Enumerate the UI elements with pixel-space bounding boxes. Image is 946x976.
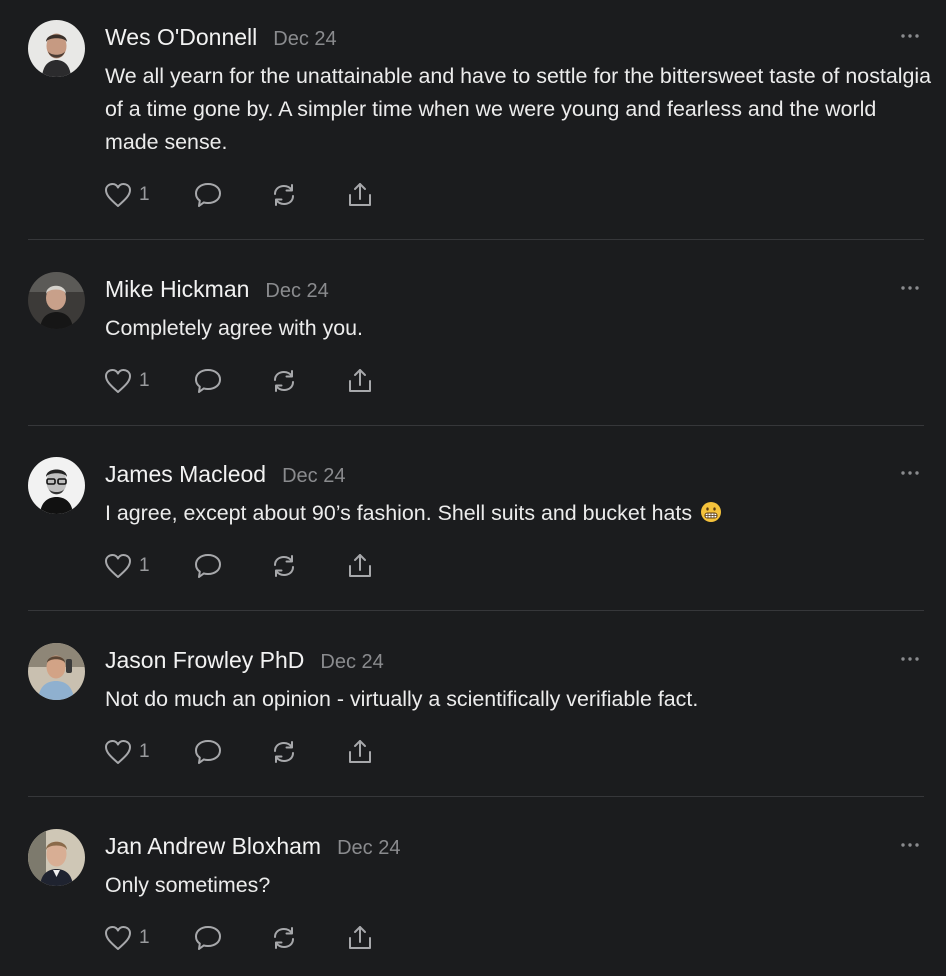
- reply-button[interactable]: [193, 366, 223, 396]
- ellipsis-icon[interactable]: [900, 469, 920, 477]
- speech-bubble-icon: [195, 369, 221, 393]
- comment-text: Completely agree with you.: [105, 316, 364, 340]
- comment-date[interactable]: Dec 24: [320, 651, 383, 674]
- heart-icon: [105, 554, 131, 578]
- comment: Mike Hickman Dec 24 Completely agree wit…: [0, 272, 946, 412]
- share-button[interactable]: [345, 923, 375, 953]
- share-upload-icon: [349, 926, 371, 949]
- speech-bubble-icon: [195, 926, 221, 950]
- comment: Wes O'Donnell Dec 24 We all yearn for th…: [0, 20, 946, 220]
- comment-date[interactable]: Dec 24: [265, 280, 328, 303]
- restack-button[interactable]: [269, 923, 299, 953]
- share-button[interactable]: [345, 180, 375, 210]
- ellipsis-icon[interactable]: [900, 655, 920, 663]
- share-upload-icon: [349, 554, 371, 577]
- heart-icon: [105, 740, 131, 764]
- author-name[interactable]: Jan Andrew Bloxham: [105, 833, 321, 860]
- ellipsis-icon[interactable]: [900, 284, 920, 292]
- speech-bubble-icon: [195, 740, 221, 764]
- grimacing-face-icon: [701, 502, 721, 522]
- avatar[interactable]: [28, 829, 85, 886]
- reply-button[interactable]: [193, 923, 223, 953]
- comment-text: I agree, except about 90’s fashion. Shel…: [105, 501, 693, 525]
- share-button[interactable]: [345, 366, 375, 396]
- share-upload-icon: [349, 183, 371, 206]
- share-upload-icon: [349, 369, 371, 392]
- restack-button[interactable]: [269, 551, 299, 581]
- like-count: 1: [139, 555, 150, 576]
- heart-icon: [105, 369, 131, 393]
- restack-arrows-icon: [274, 184, 294, 206]
- author-name[interactable]: Jason Frowley PhD: [105, 647, 304, 674]
- like-button[interactable]: 1: [104, 366, 150, 396]
- share-button[interactable]: [345, 737, 375, 767]
- like-count: 1: [139, 184, 150, 205]
- comment-date[interactable]: Dec 24: [337, 837, 400, 860]
- like-button[interactable]: 1: [104, 551, 150, 581]
- avatar[interactable]: [28, 20, 85, 77]
- like-button[interactable]: 1: [104, 737, 150, 767]
- comment-date[interactable]: Dec 24: [282, 465, 345, 488]
- heart-icon: [105, 926, 131, 950]
- comment-header: Wes O'Donnell Dec 24: [105, 24, 337, 52]
- restack-arrows-icon: [274, 927, 294, 949]
- author-name[interactable]: James Macleod: [105, 461, 266, 488]
- restack-arrows-icon: [274, 370, 294, 392]
- comment-header: Mike Hickman Dec 24: [105, 276, 329, 304]
- comment-header: Jason Frowley PhD Dec 24: [105, 647, 384, 675]
- ellipsis-icon[interactable]: [900, 841, 920, 849]
- comment-text: Not do much an opinion - virtually a sci…: [105, 687, 699, 711]
- author-name[interactable]: Mike Hickman: [105, 276, 249, 303]
- avatar[interactable]: [28, 272, 85, 329]
- divider: [28, 796, 924, 797]
- like-count: 1: [139, 741, 150, 762]
- comment-text: We all yearn for the unattainable and ha…: [105, 64, 932, 154]
- restack-button[interactable]: [269, 180, 299, 210]
- comment: Jan Andrew Bloxham Dec 24 Only sometimes…: [0, 829, 946, 969]
- comment-text-block: I agree, except about 90’s fashion. Shel…: [105, 497, 935, 530]
- comment-date[interactable]: Dec 24: [273, 28, 336, 51]
- restack-button[interactable]: [269, 737, 299, 767]
- divider: [28, 239, 924, 240]
- heart-icon: [105, 183, 131, 207]
- speech-bubble-icon: [195, 554, 221, 578]
- author-name[interactable]: Wes O'Donnell: [105, 24, 257, 51]
- like-button[interactable]: 1: [104, 180, 150, 210]
- share-upload-icon: [349, 740, 371, 763]
- comment: Jason Frowley PhD Dec 24 Not do much an …: [0, 643, 946, 783]
- like-count: 1: [139, 370, 150, 391]
- restack-button[interactable]: [269, 366, 299, 396]
- speech-bubble-icon: [195, 183, 221, 207]
- restack-arrows-icon: [274, 555, 294, 577]
- avatar[interactable]: [28, 457, 85, 514]
- comment-text: Only sometimes?: [105, 873, 271, 897]
- reply-button[interactable]: [193, 737, 223, 767]
- divider: [28, 425, 924, 426]
- divider: [28, 610, 924, 611]
- avatar[interactable]: [28, 643, 85, 700]
- comment-header: Jan Andrew Bloxham Dec 24: [105, 833, 400, 861]
- like-count: 1: [139, 927, 150, 948]
- comment: James Macleod Dec 24 I agree, except abo…: [0, 457, 946, 597]
- reply-button[interactable]: [193, 551, 223, 581]
- reply-button[interactable]: [193, 180, 223, 210]
- share-button[interactable]: [345, 551, 375, 581]
- like-button[interactable]: 1: [104, 923, 150, 953]
- restack-arrows-icon: [274, 741, 294, 763]
- ellipsis-icon[interactable]: [900, 32, 920, 40]
- comment-header: James Macleod Dec 24: [105, 461, 345, 489]
